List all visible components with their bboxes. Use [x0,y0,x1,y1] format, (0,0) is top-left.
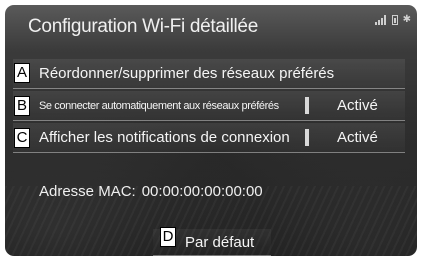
callout-a: A [14,63,30,83]
reorder-networks-label: Réordonner/supprimer des réseaux préféré… [39,65,335,82]
auto-connect-value: Activé [337,97,378,114]
bluetooth-icon: ✱ [402,14,411,25]
status-bar: ✱ [374,14,411,25]
page-title: Configuration Wi-Fi détaillée [28,16,258,37]
battery-icon [391,15,398,25]
auto-connect-label: Se connecter automatiquement aux réseaux… [39,100,279,112]
callout-d: D [160,227,176,247]
divider [305,129,309,146]
reorder-networks-button[interactable]: Réordonner/supprimer des réseaux préféré… [13,59,405,89]
connection-notifications-toggle[interactable]: Afficher les notifications de connexion … [13,123,405,153]
settings-screen: Configuration Wi-Fi détaillée ✱ Réordonn… [5,5,417,256]
mac-address-value: 00:00:00:00:00:00 [141,183,263,200]
mac-address: Adresse MAC: 00:00:00:00:00:00 [39,183,263,200]
divider [305,97,309,114]
callout-b: B [14,96,30,116]
connection-notifications-label: Afficher les notifications de connexion [39,129,290,146]
auto-connect-toggle[interactable]: Se connecter automatiquement aux réseaux… [13,91,405,121]
signal-icon [374,15,387,25]
mac-address-label: Adresse MAC: [39,183,136,200]
default-button-label: Par défaut [185,234,255,251]
connection-notifications-value: Activé [337,129,378,146]
callout-c: C [14,128,30,148]
